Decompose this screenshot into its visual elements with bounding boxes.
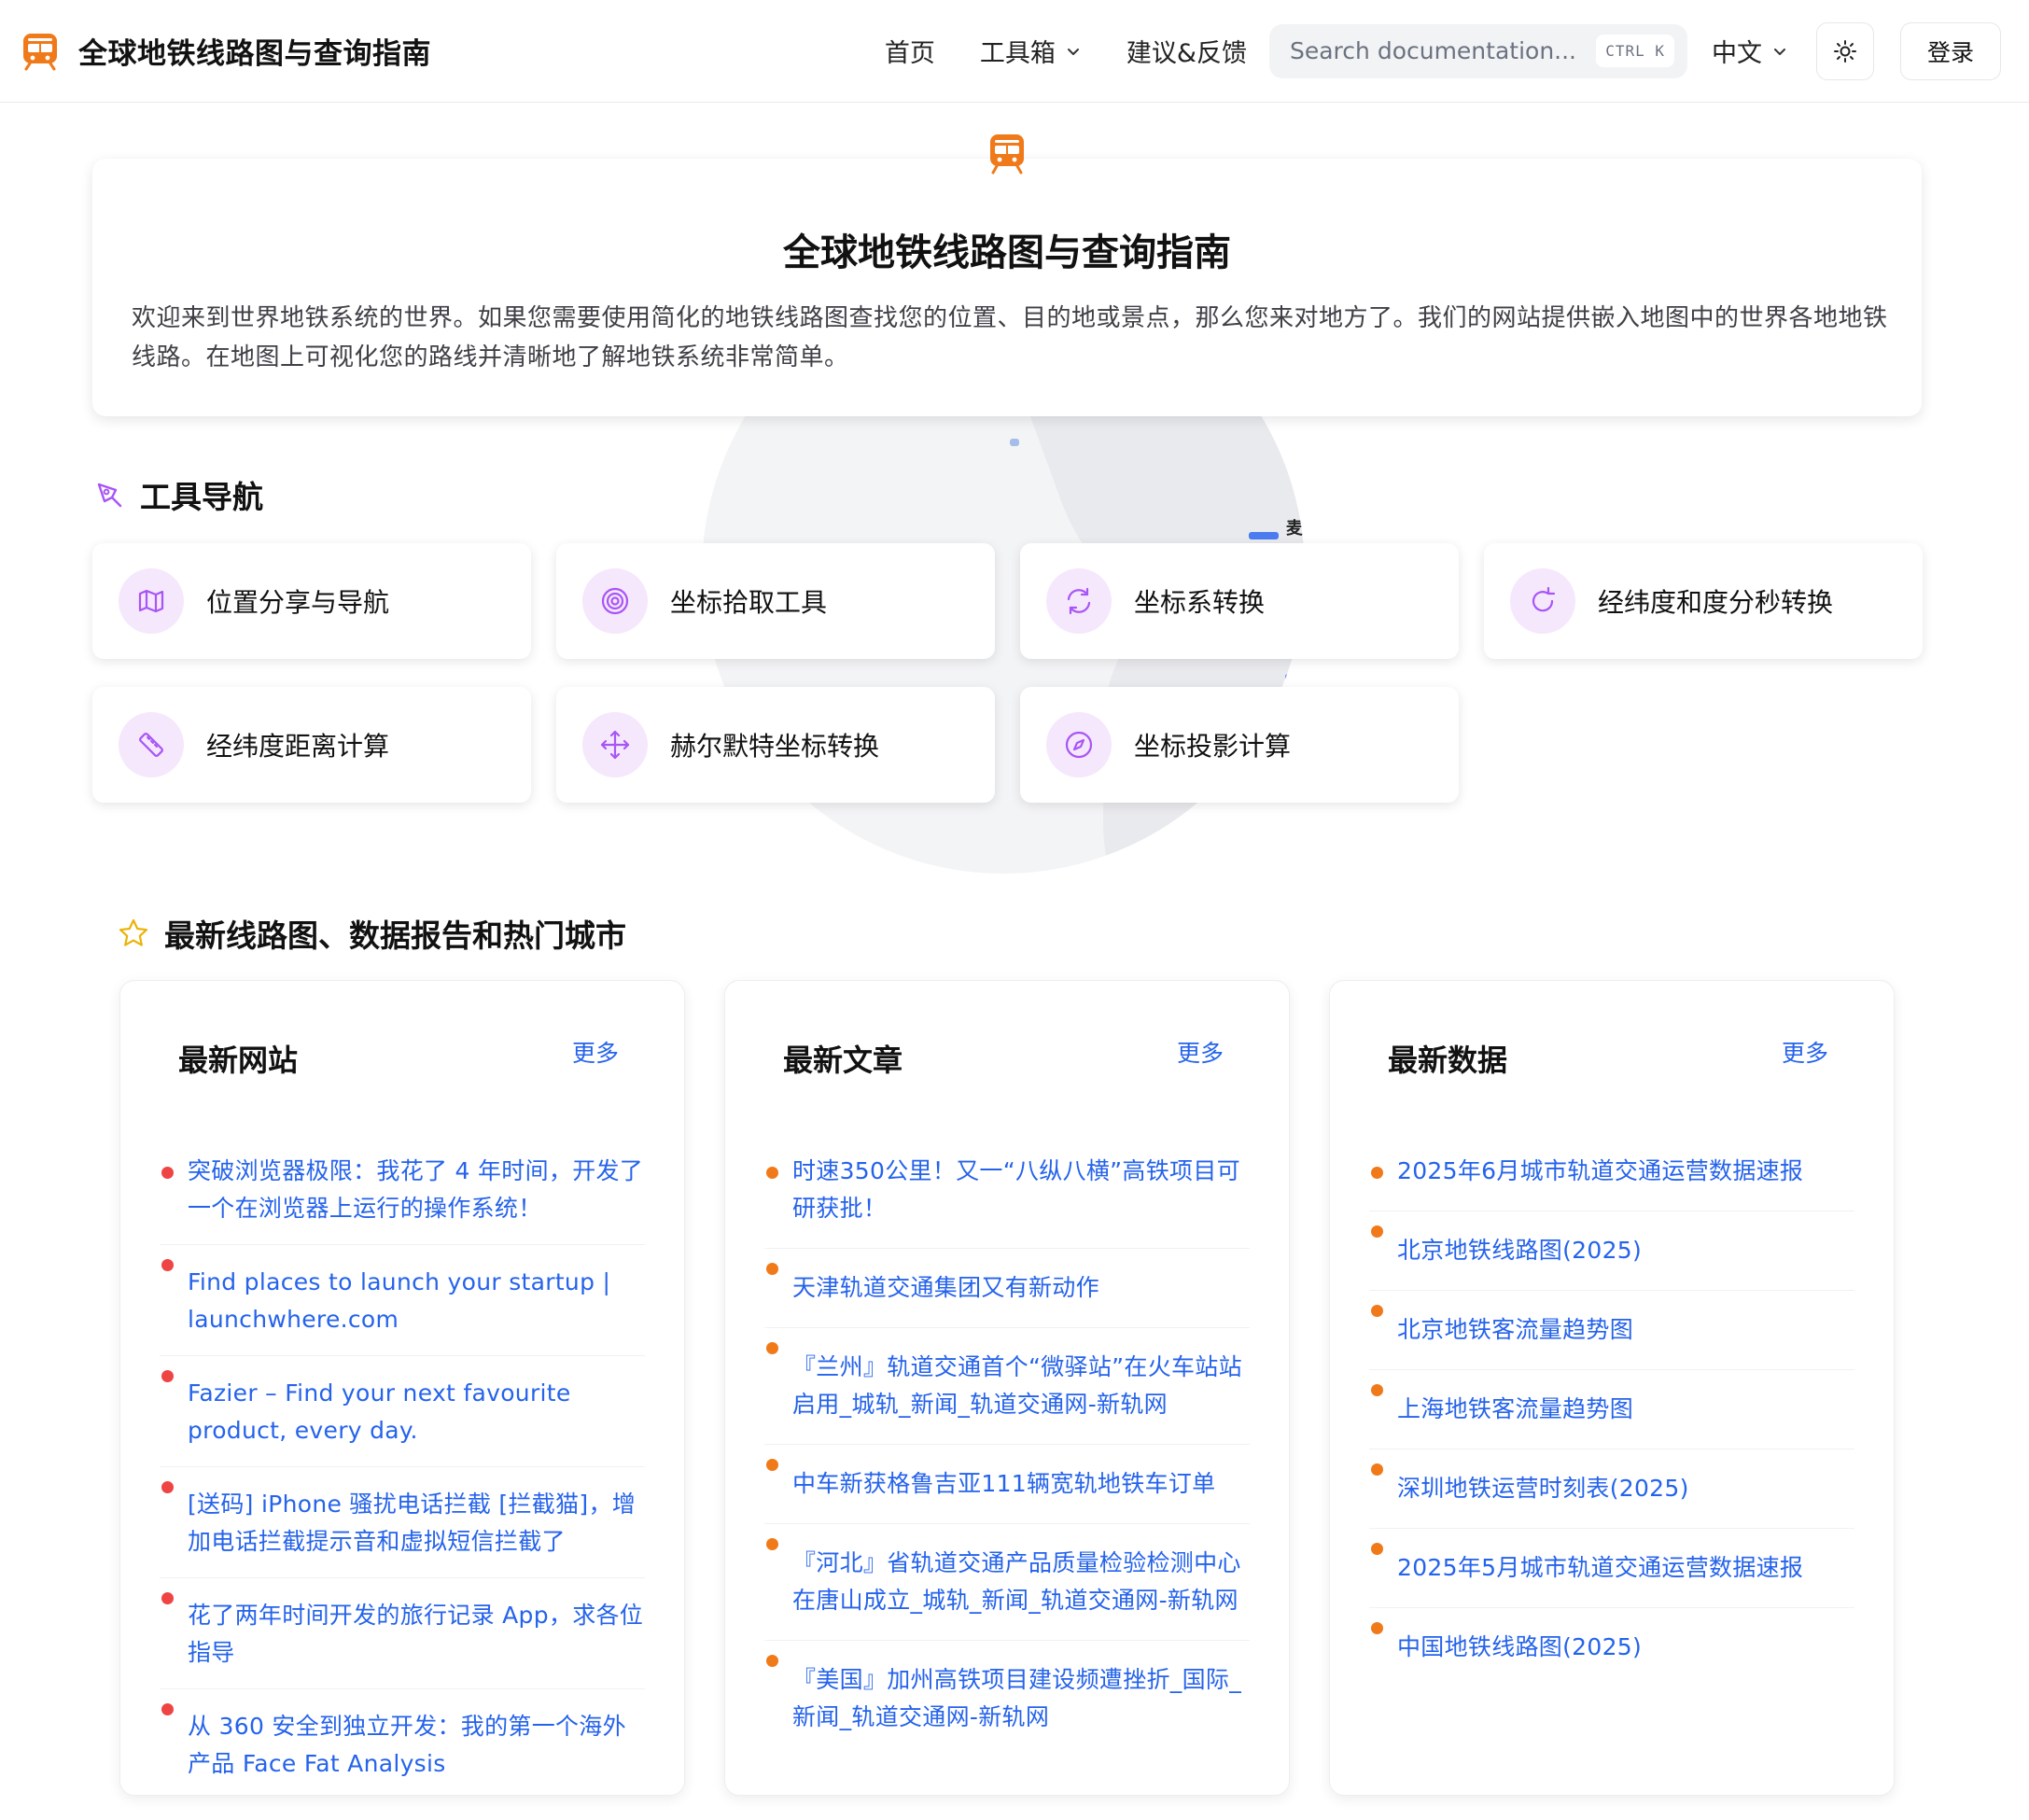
tools-section-heading: 工具导航 <box>93 472 263 517</box>
ruler-icon <box>119 712 184 777</box>
tool-card-distance-calc[interactable]: 经纬度距离计算 <box>92 687 531 803</box>
site-title: 全球地铁线路图与查询指南 <box>78 37 431 71</box>
metro-line-marker <box>1285 674 1305 681</box>
tool-label: 经纬度和度分秒转换 <box>1598 587 1834 618</box>
hero-description: 欢迎来到世界地铁系统的世界。如果您需要使用简化的地铁线路图查找您的位置、目的地或… <box>132 304 1888 371</box>
search-input[interactable]: Search documentation... CTRL K <box>1268 23 1687 78</box>
tool-card-projection-calc[interactable]: 坐标投影计算 <box>1020 687 1459 803</box>
tools-heading: 工具导航 <box>140 479 263 515</box>
list-item[interactable]: [送码] iPhone 骚扰电话拦截 [拦截猫]，增加电话拦截提示音和虚拟短信拦… <box>160 1467 645 1578</box>
latest-articles-more-link[interactable]: 更多 <box>1177 1035 1224 1069</box>
tool-card-location-share[interactable]: 位置分享与导航 <box>92 543 531 659</box>
tool-card-helmert-convert[interactable]: 赫尔默特坐标转换 <box>556 687 995 803</box>
list-item[interactable]: 中国地铁线路图(2025) <box>1369 1608 1854 1687</box>
nav-toolbox-label: 工具箱 <box>979 39 1056 68</box>
list-item[interactable]: Fazier – Find your next favourite produc… <box>160 1356 645 1467</box>
list-item[interactable]: 时速350公里！又一“八纵八横”高铁项目可研获批！ <box>764 1153 1250 1249</box>
list-item[interactable]: 2025年5月城市轨道交通运营数据速报 <box>1369 1529 1854 1608</box>
tool-label: 位置分享与导航 <box>206 587 390 618</box>
theme-toggle-button[interactable] <box>1815 21 1874 80</box>
pen-tool-icon <box>97 483 122 508</box>
search-shortcut-badge: CTRL K <box>1596 35 1674 67</box>
language-selector[interactable]: 中文 <box>1712 33 1788 69</box>
latest-data-card: 最新数据 更多 2025年6月城市轨道交通运营数据速报 北京地铁线路图(2025… <box>1329 980 1895 1796</box>
nav-home-link[interactable]: 首页 <box>862 33 958 69</box>
language-label: 中文 <box>1711 39 1762 68</box>
brand[interactable]: 全球地铁线路图与查询指南 <box>21 30 431 72</box>
nav-feedback-link[interactable]: 建议&反馈 <box>1104 33 1269 69</box>
search-placeholder: Search documentation... <box>1289 37 1577 64</box>
nav-menu: 首页 工具箱 建议&反馈 Search documentation... CTR… <box>862 21 2001 80</box>
latest-articles-title: 最新文章 <box>783 1043 903 1078</box>
list-item[interactable]: 从 360 安全到独立开发：我的第一个海外产品 Face Fat Analysi… <box>160 1689 645 1799</box>
sun-icon <box>1833 39 1856 63</box>
map-icon <box>119 568 184 634</box>
tool-label: 坐标投影计算 <box>1134 731 1292 762</box>
tool-label: 赫尔默特坐标转换 <box>670 731 880 762</box>
list-item[interactable]: 『河北』省轨道交通产品质量检验检测中心在唐山成立_城轨_新闻_轨道交通网-新轨网 <box>764 1524 1250 1641</box>
list-item[interactable]: 『美国』加州高铁项目建设频遭挫折_国际_新闻_轨道交通网-新轨网 <box>764 1641 1250 1757</box>
train-logo-icon <box>23 33 57 70</box>
list-item[interactable]: 天津轨道交通集团又有新动作 <box>764 1249 1250 1328</box>
tool-card-coordinate-picker[interactable]: 坐标拾取工具 <box>556 543 995 659</box>
list-item[interactable]: 上海地铁客流量趋势图 <box>1369 1370 1854 1449</box>
latest-sites-title: 最新网站 <box>178 1043 299 1078</box>
chevron-down-icon <box>1067 48 1079 55</box>
top-navbar: 全球地铁线路图与查询指南 首页 工具箱 建议&反馈 Search documen… <box>0 0 2029 103</box>
tool-label: 坐标拾取工具 <box>670 587 828 618</box>
list-item[interactable]: 北京地铁客流量趋势图 <box>1369 1291 1854 1370</box>
list-item[interactable]: 『兰州』轨道交通首个“微驿站”在火车站站启用_城轨_新闻_轨道交通网-新轨网 <box>764 1328 1250 1445</box>
latest-data-title: 最新数据 <box>1388 1043 1508 1078</box>
list-item[interactable]: Find places to launch your startup | lau… <box>160 1245 645 1356</box>
latest-data-list: 2025年6月城市轨道交通运营数据速报 北京地铁线路图(2025) 北京地铁客流… <box>1369 1153 1854 1687</box>
latest-sites-list: 突破浏览器极限：我花了 4 年时间，开发了一个在浏览器上运行的操作系统！ Fin… <box>160 1153 645 1799</box>
map-marker <box>1010 439 1019 446</box>
list-item[interactable]: 北京地铁线路图(2025) <box>1369 1211 1854 1291</box>
login-button[interactable]: 登录 <box>1899 21 2001 80</box>
tool-card-coordinate-convert[interactable]: 坐标系转换 <box>1020 543 1459 659</box>
train-logo-icon <box>990 134 1024 175</box>
move-icon <box>582 712 648 777</box>
latest-sites-more-link[interactable]: 更多 <box>572 1035 619 1069</box>
latest-data-more-link[interactable]: 更多 <box>1782 1035 1828 1069</box>
hero-card: 全球地铁线路图与查询指南 欢迎来到世界地铁系统的世界。如果您需要使用简化的地铁线… <box>92 159 1922 416</box>
tool-card-dms-convert[interactable]: 经纬度和度分秒转换 <box>1484 543 1923 659</box>
compass-icon <box>1046 712 1112 777</box>
target-icon <box>582 568 648 634</box>
hero-title: 全球地铁线路图与查询指南 <box>783 231 1231 274</box>
nav-toolbox-dropdown[interactable]: 工具箱 <box>958 33 1104 69</box>
metro-line-marker <box>1249 532 1279 539</box>
latest-section-heading: 最新线路图、数据报告和热门城市 <box>118 911 626 956</box>
chevron-down-icon <box>1773 48 1785 55</box>
list-item[interactable]: 花了两年时间开发的旅行记录 App，求各位指导 <box>160 1578 645 1689</box>
star-icon <box>119 918 148 946</box>
rotate-icon <box>1510 568 1575 634</box>
list-item[interactable]: 突破浏览器极限：我花了 4 年时间，开发了一个在浏览器上运行的操作系统！ <box>160 1153 645 1245</box>
list-item[interactable]: 2025年6月城市轨道交通运营数据速报 <box>1369 1153 1854 1211</box>
latest-articles-card: 最新文章 更多 时速350公里！又一“八纵八横”高铁项目可研获批！ 天津轨道交通… <box>724 980 1290 1796</box>
list-item[interactable]: 深圳地铁运营时刻表(2025) <box>1369 1449 1854 1529</box>
refresh-icon <box>1046 568 1112 634</box>
tool-label: 坐标系转换 <box>1134 587 1266 618</box>
latest-articles-list: 时速350公里！又一“八纵八横”高铁项目可研获批！ 天津轨道交通集团又有新动作 … <box>764 1153 1250 1757</box>
latest-heading: 最新线路图、数据报告和热门城市 <box>164 917 626 954</box>
tool-label: 经纬度距离计算 <box>206 731 390 762</box>
latest-sites-card: 最新网站 更多 突破浏览器极限：我花了 4 年时间，开发了一个在浏览器上运行的操… <box>119 980 685 1796</box>
list-item[interactable]: 中车新获格鲁吉亚111辆宽轨地铁车订单 <box>764 1445 1250 1524</box>
